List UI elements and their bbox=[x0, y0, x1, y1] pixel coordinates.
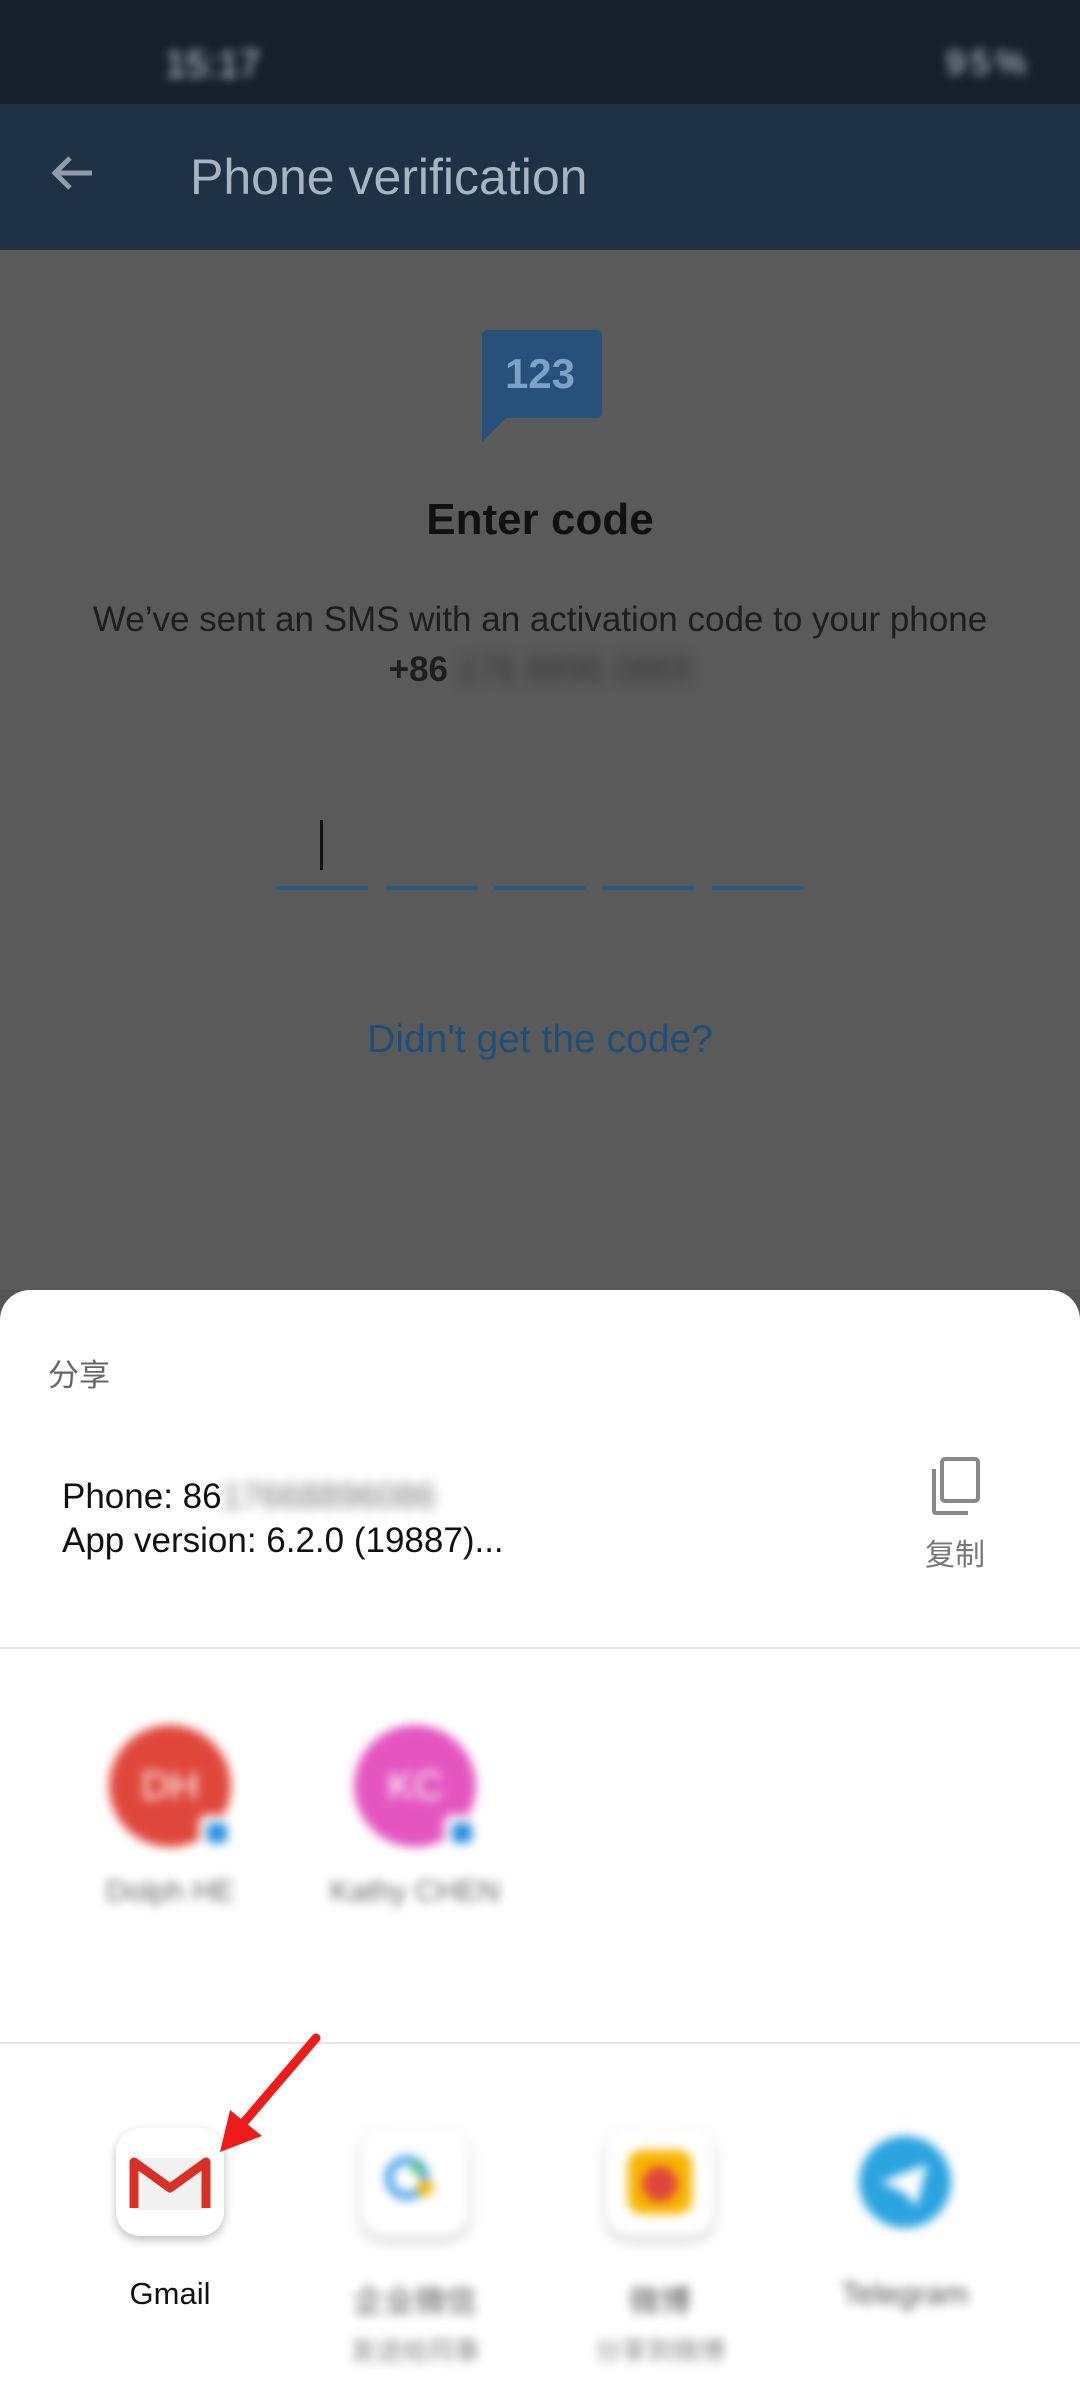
annotation-arrow-icon bbox=[220, 2033, 321, 2152]
contact-name: Kathy CHEN bbox=[329, 1875, 501, 1908]
contact-dolph-he[interactable]: DH Dolph HE bbox=[60, 1725, 280, 1909]
code-input-group[interactable] bbox=[276, 810, 806, 890]
sms-code-icon: 123 bbox=[482, 330, 602, 442]
share-sheet: 分享 Phone: 8617668896086 App version: 6.2… bbox=[0, 1290, 1080, 2400]
sms-sent-message: We’ve sent an SMS with an activation cod… bbox=[92, 600, 988, 639]
app-badge-icon bbox=[199, 1815, 235, 1851]
wecom-icon bbox=[361, 2128, 469, 2236]
app-label: Gmail bbox=[129, 2276, 211, 2311]
text-cursor bbox=[320, 820, 323, 870]
avatar-initials: DH bbox=[141, 1764, 199, 1808]
contact-kathy-chen[interactable]: KC Kathy CHEN bbox=[305, 1725, 525, 1909]
share-sheet-title: 分享 bbox=[48, 1358, 110, 1393]
divider bbox=[0, 2042, 1080, 2044]
status-icons: 95% bbox=[946, 44, 1032, 83]
arrow-left-icon[interactable] bbox=[48, 148, 98, 198]
share-target-wecom[interactable]: 企业微信 发送给同事 bbox=[300, 2128, 530, 2368]
weibo-icon bbox=[606, 2128, 714, 2236]
phone-number-line: +86 176 8896 0869 bbox=[0, 650, 1080, 690]
copy-button[interactable]: 复制 bbox=[905, 1455, 1005, 1574]
telegram-icon bbox=[851, 2128, 959, 2236]
badge-text: 123 bbox=[505, 350, 575, 397]
code-digit-3[interactable] bbox=[494, 810, 586, 890]
share-target-telegram[interactable]: Telegram bbox=[790, 2128, 1020, 2312]
app-sublabel: 分享到微博 bbox=[594, 2336, 725, 2366]
contact-name: Dolph HE bbox=[105, 1875, 235, 1908]
copy-icon bbox=[932, 1457, 980, 1515]
app-sublabel: 发送给同事 bbox=[349, 2336, 480, 2366]
phone-prefix: +86 bbox=[388, 650, 449, 689]
verification-screen: 123 Enter code We’ve sent an SMS with an… bbox=[0, 250, 1080, 1290]
avatar: KC bbox=[354, 1725, 480, 1851]
resend-code-link[interactable]: Didn't get the code? bbox=[0, 1018, 1080, 1062]
share-target-weibo[interactable]: 微博 分享到微博 bbox=[545, 2128, 775, 2368]
preview-phone-value: 17668896086 bbox=[221, 1477, 436, 1516]
avatar: DH bbox=[109, 1725, 235, 1851]
status-time: 15:17 bbox=[165, 44, 261, 86]
app-bar: Phone verification bbox=[0, 104, 1080, 250]
share-preview-text: Phone: 8617668896086 App version: 6.2.0 … bbox=[62, 1475, 504, 1563]
app-label: 微博 bbox=[629, 2284, 691, 2319]
code-digit-4[interactable] bbox=[603, 810, 695, 890]
preview-line-2: App version: 6.2.0 (19887)... bbox=[62, 1521, 504, 1560]
code-digit-5[interactable] bbox=[712, 810, 804, 890]
app-label: 企业微信 bbox=[353, 2284, 477, 2319]
app-label: Telegram bbox=[841, 2276, 969, 2311]
status-battery: 95% bbox=[945, 44, 1032, 82]
app-badge-icon bbox=[444, 1815, 480, 1851]
phone-number: 176 8896 0869 bbox=[457, 650, 692, 689]
preview-phone-label: Phone: 86 bbox=[62, 1477, 222, 1516]
preview-line-1: Phone: 8617668896086 bbox=[62, 1475, 504, 1519]
code-digit-1[interactable] bbox=[276, 810, 368, 890]
copy-label: 复制 bbox=[925, 1539, 985, 1572]
divider bbox=[0, 1647, 1080, 1649]
enter-code-heading: Enter code bbox=[426, 495, 654, 544]
avatar-initials: KC bbox=[387, 1764, 443, 1808]
status-bar: 15:17 95% bbox=[0, 0, 1080, 104]
page-title: Phone verification bbox=[190, 149, 588, 205]
code-digit-2[interactable] bbox=[385, 810, 477, 890]
